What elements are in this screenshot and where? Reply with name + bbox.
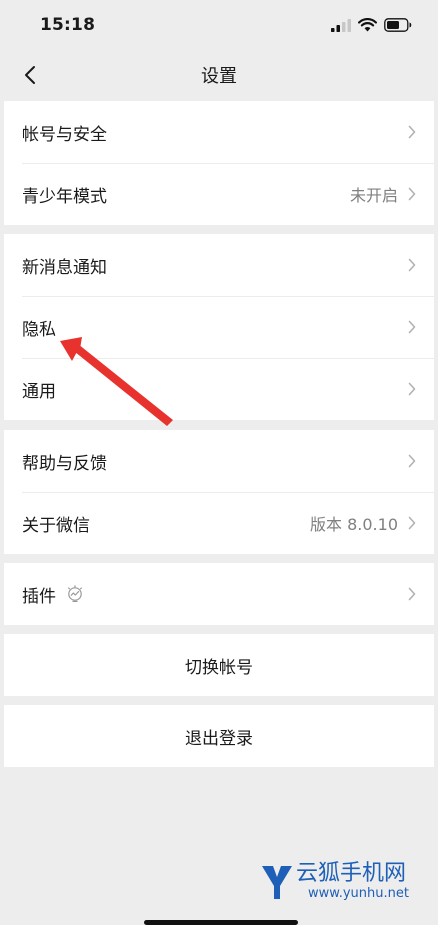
chevron-right-icon	[408, 187, 416, 201]
row-value: 未开启	[349, 186, 398, 205]
row-label: 新消息通知	[22, 257, 107, 278]
logout-group: 退出登录	[4, 705, 434, 767]
row-label: 关于微信	[22, 515, 90, 536]
settings-group-plugins: 插件	[4, 563, 434, 625]
chevron-right-icon	[408, 454, 416, 468]
logout-button[interactable]: 退出登录	[4, 705, 434, 767]
row-new-message-notification[interactable]: 新消息通知	[4, 234, 434, 296]
signal-icon	[331, 18, 351, 32]
row-general[interactable]: 通用	[4, 358, 434, 420]
chevron-right-icon	[408, 516, 416, 530]
chevron-right-icon	[408, 587, 416, 601]
chevron-left-icon	[25, 66, 35, 84]
page-title: 设置	[201, 66, 237, 87]
status-icons	[331, 18, 412, 32]
row-teen-mode[interactable]: 青少年模式 未开启	[4, 163, 434, 225]
settings-group-about: 帮助与反馈 关于微信 版本 8.0.10	[4, 430, 434, 554]
plugin-bulb-icon	[66, 585, 84, 603]
switch-account-label: 切换帐号	[185, 657, 253, 678]
row-label: 隐私	[22, 319, 56, 340]
watermark-logo-icon	[260, 862, 294, 902]
back-button[interactable]	[14, 59, 46, 91]
watermark-url: www.yunhu.net	[308, 886, 409, 901]
row-privacy[interactable]: 隐私	[4, 296, 434, 358]
switch-account-group: 切换帐号	[4, 634, 434, 696]
settings-group-general: 新消息通知 隐私 通用	[4, 234, 434, 420]
row-label: 通用	[22, 381, 56, 402]
switch-account-button[interactable]: 切换帐号	[4, 634, 434, 696]
status-bar: 15:18	[0, 0, 438, 50]
wifi-icon	[358, 18, 377, 32]
row-label: 插件	[22, 586, 56, 607]
row-help-feedback[interactable]: 帮助与反馈	[4, 430, 434, 492]
chevron-right-icon	[408, 382, 416, 396]
watermark-name: 云狐手机网	[296, 861, 407, 886]
version-value: 版本 8.0.10	[310, 515, 398, 534]
settings-group-account: 帐号与安全 青少年模式 未开启	[4, 101, 434, 225]
logout-label: 退出登录	[185, 728, 253, 749]
row-about-wechat[interactable]: 关于微信 版本 8.0.10	[4, 492, 434, 554]
chevron-right-icon	[408, 320, 416, 334]
row-label: 帮助与反馈	[22, 453, 107, 474]
status-time: 15:18	[40, 15, 96, 35]
chevron-right-icon	[408, 125, 416, 139]
watermark: 云狐手机网 www.yunhu.net	[260, 862, 409, 902]
row-plugins[interactable]: 插件	[4, 563, 434, 625]
row-label: 青少年模式	[22, 186, 107, 207]
chevron-right-icon	[408, 258, 416, 272]
home-indicator[interactable]	[144, 920, 298, 925]
battery-icon	[384, 18, 412, 32]
row-account-security[interactable]: 帐号与安全	[4, 101, 434, 163]
row-label: 帐号与安全	[22, 124, 107, 145]
nav-bar: 设置	[0, 50, 438, 100]
